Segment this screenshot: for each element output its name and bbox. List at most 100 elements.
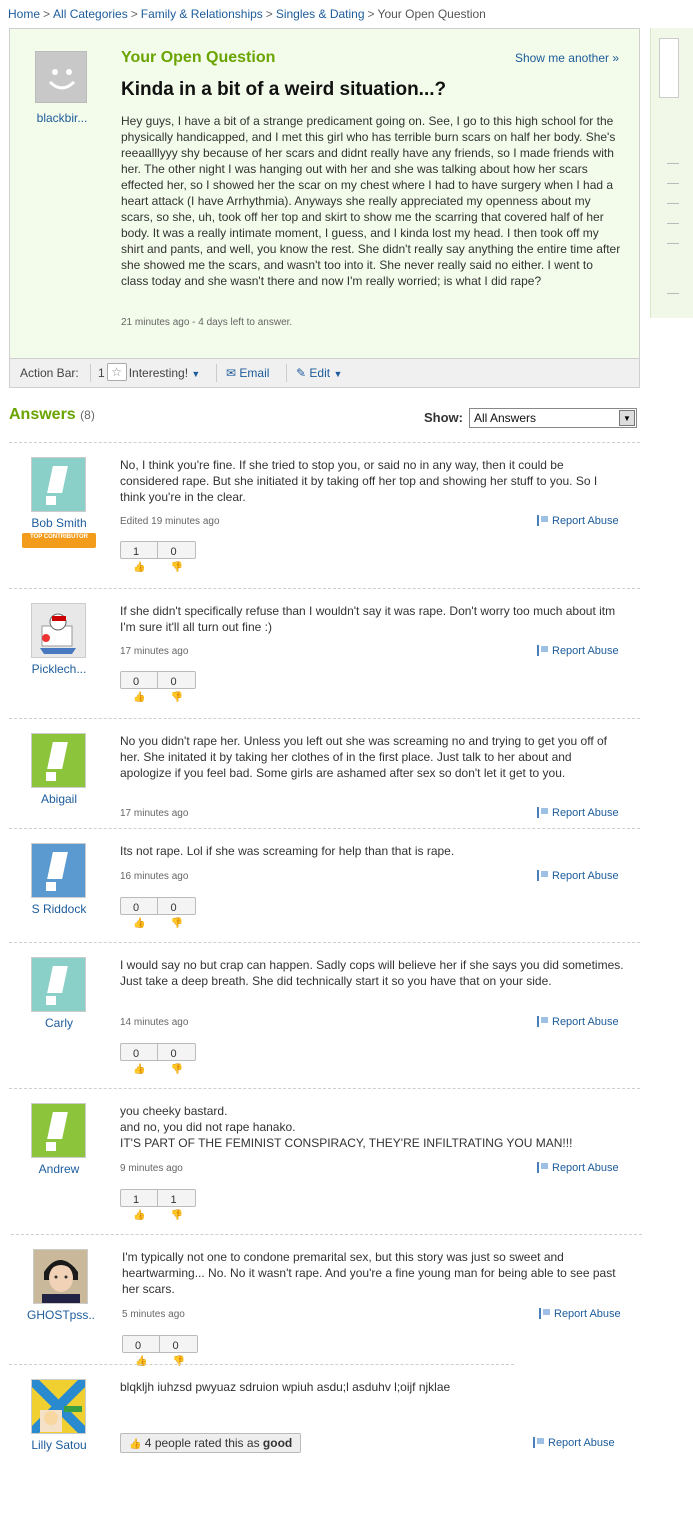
thumbs-up-button[interactable]: 0 👍 (121, 898, 159, 929)
answer-text: No you didn't rape her. Unless you left … (120, 734, 608, 780)
answer-time: 14 minutes ago (120, 1017, 189, 1028)
down-count: 0 (170, 546, 177, 558)
down-count: 0 (170, 902, 177, 914)
thumbs-down-button[interactable]: 0 👎 (160, 1336, 196, 1367)
user-name[interactable]: S Riddock (9, 902, 109, 916)
interesting-label: Interesting! (128, 366, 189, 380)
user-name[interactable]: Carly (9, 1016, 109, 1030)
user-avatar[interactable] (31, 603, 86, 658)
user-name[interactable]: Andrew (9, 1162, 109, 1176)
avatar-image (40, 613, 76, 654)
thumbs-down-button[interactable]: 1 👎 (158, 1190, 194, 1221)
rating-text: people rated this as (154, 1436, 260, 1450)
up-count: 0 (133, 1048, 140, 1060)
answer-text: you cheeky bastard. and no, you did not … (120, 1104, 573, 1150)
rating-badge: 👍 4 people rated this as good (120, 1433, 302, 1453)
report-abuse-link[interactable]: Report Abuse (537, 870, 619, 882)
user-avatar[interactable] (31, 843, 86, 898)
thumbs-up-button[interactable]: 1 👍 (121, 1190, 159, 1221)
asker-avatar[interactable] (35, 51, 87, 103)
down-count: 0 (170, 676, 177, 688)
report-abuse-link[interactable]: Report Abuse (537, 1016, 619, 1028)
answers-title: Answers (9, 406, 76, 423)
user-name[interactable]: GHOSTpss.. (11, 1308, 111, 1322)
user-avatar[interactable] (31, 957, 86, 1012)
vote-buttons: 0 👍 0 👎 (122, 1335, 198, 1367)
report-abuse-link[interactable]: Report Abuse (533, 1437, 615, 1449)
show-another-link[interactable]: Show me another » (515, 51, 619, 65)
user-avatar[interactable] (31, 1103, 86, 1158)
answer-text: I would say no but crap can happen. Sadl… (120, 958, 624, 988)
sidebar-box (659, 38, 679, 98)
avatar-mark (47, 966, 68, 993)
show-select[interactable]: All Answers ▼ (469, 408, 637, 428)
user-name[interactable]: Lilly Satou (9, 1438, 109, 1452)
thumbs-up-button[interactable]: 0 👍 (121, 672, 159, 703)
question-heading: Your Open Question (121, 49, 276, 66)
user-name[interactable]: Picklech... (9, 662, 109, 676)
envelope-icon: ✉ (226, 366, 237, 380)
answer-time: Edited 19 minutes ago (120, 516, 220, 527)
breadcrumb-separator: > (367, 7, 375, 21)
answer-text: Its not rape. Lol if she was screaming f… (120, 844, 455, 858)
answer-text: I'm typically not one to condone premari… (122, 1250, 616, 1296)
interesting-button[interactable]: 1 ☆ Interesting! ▼ (98, 363, 201, 382)
user-avatar[interactable] (28, 1376, 89, 1437)
user-avatar[interactable] (31, 457, 86, 512)
breadcrumb-all-categories[interactable]: All Categories (53, 7, 128, 21)
report-label: Report Abuse (552, 807, 619, 819)
chevron-down-icon[interactable]: ▼ (619, 410, 635, 426)
smiley-icon (48, 69, 76, 90)
thumbs-up-button[interactable]: 1 👍 (121, 542, 159, 573)
thumbs-down-button[interactable]: 0 👎 (158, 672, 194, 703)
user-name[interactable]: Bob Smith (9, 516, 109, 530)
chevron-down-icon: ▼ (191, 369, 201, 379)
report-abuse-link[interactable]: Report Abuse (539, 1308, 621, 1320)
question-body: Hey guys, I have a bit of a strange pred… (121, 114, 621, 288)
thumbs-down-button[interactable]: 0 👎 (158, 542, 194, 573)
answer-text: blqkljh iuhzsd pwyuaz sdruion wpiuh asdu… (120, 1380, 451, 1394)
down-count: 0 (172, 1340, 179, 1352)
chevron-down-icon: ▼ (333, 369, 343, 379)
report-abuse-link[interactable]: Report Abuse (537, 807, 619, 819)
flag-icon (537, 1162, 548, 1173)
answers-count: (8) (80, 408, 95, 422)
thumbs-down-button[interactable]: 0 👎 (158, 898, 194, 929)
thumbs-down-icon: 👎 (170, 692, 183, 703)
answer-time: 17 minutes ago (120, 646, 189, 657)
report-label: Report Abuse (554, 1308, 621, 1320)
breadcrumb-family[interactable]: Family & Relationships (141, 7, 263, 21)
asker-name[interactable]: blackbir... (22, 111, 102, 125)
thumbs-up-icon: 👍 (133, 1064, 146, 1075)
report-abuse-link[interactable]: Report Abuse (537, 645, 619, 657)
divider (667, 223, 679, 224)
star-icon[interactable]: ☆ (106, 363, 127, 382)
avatar-mark (46, 1142, 56, 1151)
avatar-image (28, 1376, 89, 1437)
thumbs-up-icon: 👍 (133, 562, 146, 573)
flag-icon (533, 1437, 544, 1448)
breadcrumb-home[interactable]: Home (8, 7, 40, 21)
report-abuse-link[interactable]: Report Abuse (537, 515, 619, 527)
answer-text: If she didn't specifically refuse than I… (120, 604, 616, 634)
pencil-icon: ✎ (296, 366, 307, 380)
answer-item: S Riddock Its not rape. Lol if she was s… (9, 828, 640, 942)
thumbs-up-button[interactable]: 0 👍 (123, 1336, 161, 1367)
user-avatar[interactable] (33, 1249, 88, 1304)
vote-buttons: 0 👍 0 👎 (120, 897, 196, 929)
answer-item: Andrew you cheeky bastard. and no, you d… (9, 1088, 640, 1234)
email-button[interactable]: ✉ Email (226, 366, 269, 380)
answer-text: No, I think you're fine. If she tried to… (120, 458, 598, 504)
edit-button[interactable]: ✎ Edit ▼ (296, 366, 342, 380)
user-name[interactable]: Abigail (9, 792, 109, 806)
thumbs-down-button[interactable]: 0 👎 (158, 1044, 194, 1075)
interesting-count: 1 (98, 366, 105, 380)
user-avatar[interactable] (31, 733, 86, 788)
report-label: Report Abuse (552, 1162, 619, 1174)
report-abuse-link[interactable]: Report Abuse (537, 1162, 619, 1174)
divider (90, 364, 91, 382)
thumbs-down-icon: 👎 (170, 1064, 183, 1075)
divider (286, 364, 287, 382)
breadcrumb-singles[interactable]: Singles & Dating (276, 7, 365, 21)
thumbs-up-button[interactable]: 0 👍 (121, 1044, 159, 1075)
